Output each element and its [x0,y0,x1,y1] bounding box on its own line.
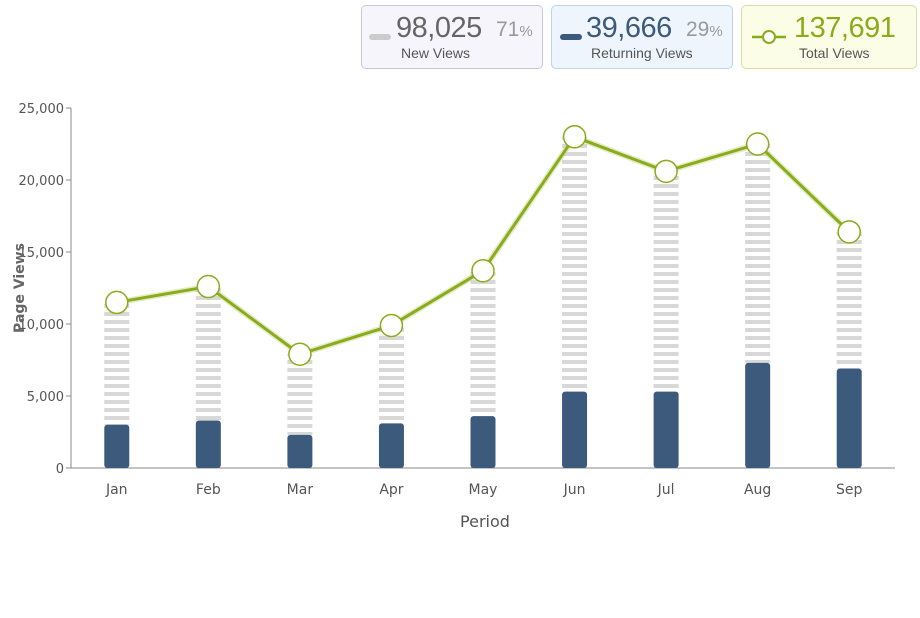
returning-views-bar [745,362,771,468]
returning-views-bar [104,424,130,468]
total-views-point [379,313,404,338]
returning-views-bar [470,416,496,468]
new-views-bar [287,354,313,435]
total-views-point [471,258,495,283]
returning-views-bar [287,434,313,468]
new-views-bar [104,302,130,425]
page-views-chart: 05,00010,00015,00020,00025,000 Jan Feb Mar… [12,102,895,531]
new-views-bar [745,144,771,363]
total-views-point [288,342,312,366]
total-views-point [562,125,587,149]
new-views-bar [562,136,588,392]
new-views-bar [653,171,679,392]
x-axis: Jan Feb Mar Apr May Jun Jul Aug Sep [71,467,895,498]
x-tick-label: Jan [105,482,128,498]
y-tick-label: 20,000 [19,174,65,189]
returning-views-bar [378,423,404,468]
x-tick-label: Mar [287,482,314,498]
x-tick-label: Feb [196,482,221,498]
total-views-point [196,274,221,299]
x-tick-label: Aug [744,482,771,498]
x-tick-label: Sep [836,482,863,498]
x-tick-label: Apr [379,482,403,498]
returning-views-bar [562,391,588,468]
total-views-point [105,290,129,315]
x-tick-label: Jul [657,482,675,498]
x-tick-label: May [469,482,498,498]
y-tick-label: 5,000 [27,390,64,405]
x-tick-label: Jun [563,482,586,498]
total-views-point [654,159,678,184]
new-views-bar [195,286,221,421]
x-axis-title: Period [460,512,510,531]
y-axis-title: Page Views [12,243,28,333]
total-views-point [837,220,861,244]
y-tick-label: 0 [56,462,64,477]
bars [104,136,862,468]
returning-views-bar [836,368,862,468]
new-views-bar [378,325,404,424]
y-tick-label: 25,000 [19,102,65,117]
new-views-bar [470,270,496,417]
total-views-point [745,132,770,156]
new-views-bar [836,231,862,369]
returning-views-bar [653,391,679,468]
returning-views-bar [195,420,221,468]
